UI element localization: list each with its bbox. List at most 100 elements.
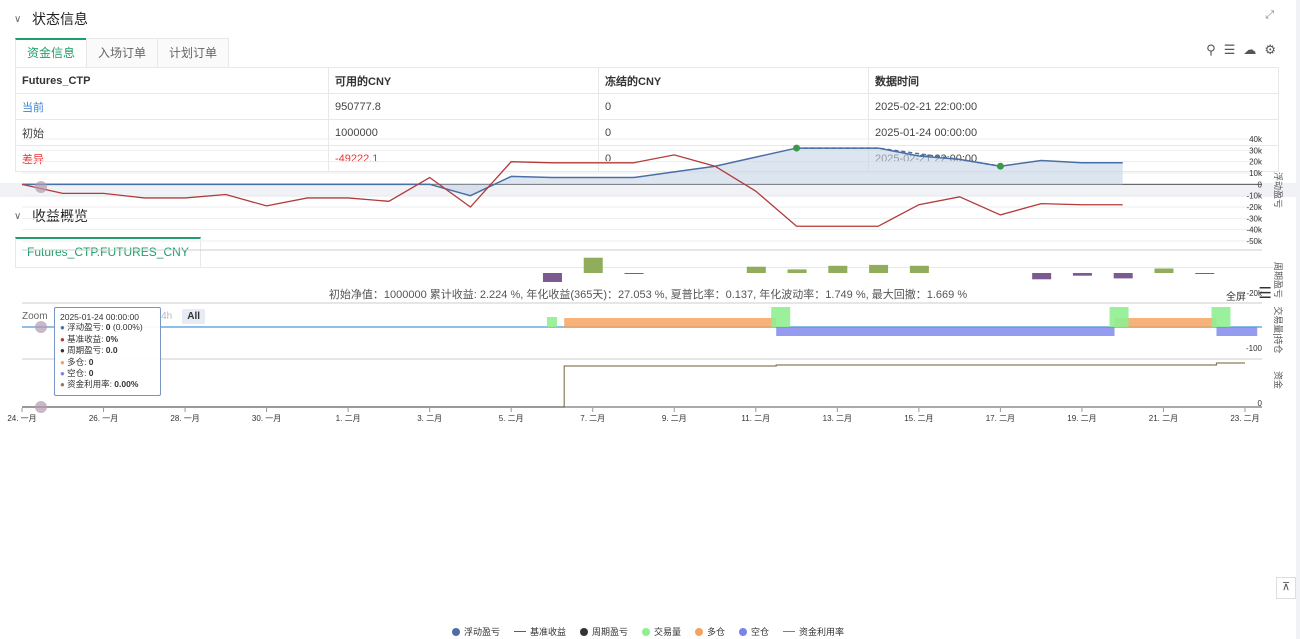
capital-utilization-line xyxy=(22,362,1245,408)
y-tick-label: -30k xyxy=(1246,214,1263,223)
tooltip-row: ● 多仓: 0 xyxy=(60,357,155,368)
legend-label: 浮动盈亏 xyxy=(463,627,500,637)
tooltip-row: ● 周期盈亏: 0.0 xyxy=(60,345,155,356)
legend-item[interactable]: 多仓 xyxy=(695,625,725,638)
tooltip-value: 0.0 xyxy=(105,345,118,356)
expand-icon[interactable]: ⤢ xyxy=(1265,9,1274,22)
x-tick-label: 11. 二月 xyxy=(741,414,770,423)
chevron-down-icon[interactable]: ∨ xyxy=(14,14,24,25)
table-toolbar: ⚲ ☰ ☁ ⚙ xyxy=(1206,42,1276,58)
period-pnl-bar xyxy=(869,264,889,273)
table-cell: 950777.8 xyxy=(328,93,599,120)
x-tick-label: 19. 二月 xyxy=(1067,414,1096,423)
profit-chart[interactable]: 40k 30k 20k 10k 0 -10k -20k -30k -40k -50k -20k -10… xyxy=(0,130,1296,625)
period-pnl-bar xyxy=(1195,273,1215,274)
tooltip-label: 空仓: xyxy=(67,368,89,379)
table-cell: 2025-02-21 22:00:00 xyxy=(868,93,1279,120)
volume-bar xyxy=(771,307,791,327)
y-tick-label: 0 xyxy=(1258,399,1263,408)
scroll-top-button[interactable]: ⊼ xyxy=(1276,577,1296,599)
tooltip-date: 2025-01-24 00:00:00 xyxy=(60,312,139,322)
tab-plan-orders[interactable]: 计划订单 xyxy=(157,38,230,67)
legend-item[interactable]: 周期盈亏 xyxy=(579,625,628,638)
pane-axis-label: 浮动盈亏 xyxy=(1273,172,1284,208)
period-pnl-bar xyxy=(787,269,807,273)
legend-label: 多仓 xyxy=(707,627,726,637)
legend-dot-icon: ● xyxy=(60,380,68,390)
floating-pnl-area xyxy=(22,148,1123,196)
tab-funds[interactable]: 资金信息 xyxy=(15,38,88,68)
column-header: 冻结的CNY xyxy=(598,67,869,94)
y-tick-label: -20k xyxy=(1246,203,1263,212)
period-pnl-bar xyxy=(1154,268,1174,273)
x-tick-label: 26. 一月 xyxy=(89,414,118,423)
tooltip-row: ● 资金利用率: 0.00% xyxy=(60,379,155,390)
x-tick-label: 1. 二月 xyxy=(336,414,361,423)
legend-item[interactable]: 浮动盈亏 xyxy=(451,625,500,638)
legend-dot-icon: ● xyxy=(60,369,68,379)
tooltip-label: 基准收益: xyxy=(67,333,106,344)
row-label-current[interactable]: 当前 xyxy=(15,93,329,120)
period-pnl-bar xyxy=(828,265,848,273)
legend-marker-icon xyxy=(783,631,796,632)
legend-marker-icon xyxy=(451,627,460,636)
y-tick-label: 30k xyxy=(1249,146,1263,155)
long-position-bar xyxy=(564,318,777,327)
tooltip-label: 资金利用率: xyxy=(67,379,115,390)
legend-marker-icon xyxy=(513,631,526,632)
legend-item[interactable]: 空仓 xyxy=(739,625,769,638)
legend-label: 交易量 xyxy=(653,627,681,637)
cloud-download-icon[interactable]: ☁ xyxy=(1243,42,1256,58)
column-header: 可用的CNY xyxy=(328,67,599,94)
pane-axis-label: 资金 xyxy=(1273,371,1284,389)
pane-axis-label: 交易量|持仓 xyxy=(1273,306,1284,353)
period-pnl-bar xyxy=(1072,273,1092,276)
trough-marker xyxy=(996,162,1004,170)
short-position-bar xyxy=(1216,327,1258,336)
legend-item[interactable]: 资金利用率 xyxy=(783,625,844,638)
x-tick-label: 17. 二月 xyxy=(986,414,1015,423)
table-cell: 0 xyxy=(598,93,869,120)
peak-marker xyxy=(793,144,801,152)
legend-item[interactable]: 基准收益 xyxy=(513,625,566,638)
volume-bar xyxy=(1109,307,1129,327)
short-position-bar xyxy=(776,327,1115,336)
legend-label: 空仓 xyxy=(751,627,770,637)
list-icon[interactable]: ☰ xyxy=(1224,42,1236,58)
period-pnl-bar xyxy=(542,273,562,282)
chart-legend: 浮动盈亏 基准收益 周期盈亏 交易量 多仓 空仓 资金利用率 xyxy=(0,625,1296,638)
period-pnl-bar xyxy=(909,265,929,273)
tooltip-label: 浮动盈亏: xyxy=(67,322,106,333)
search-icon[interactable]: ⚲ xyxy=(1206,42,1216,58)
x-tick-label: 5. 二月 xyxy=(499,414,524,423)
tooltip-value: 0 xyxy=(88,356,94,367)
y-tick-label: -10k xyxy=(1246,192,1263,201)
gear-icon[interactable]: ⚙ xyxy=(1264,42,1276,58)
hover-marker xyxy=(35,401,47,413)
pane-axis-label: 周期盈亏 xyxy=(1273,262,1283,298)
x-tick-label: 9. 二月 xyxy=(662,414,687,423)
y-tick-label: -20k xyxy=(1246,289,1263,298)
y-tick-label: -50k xyxy=(1246,237,1263,246)
status-tabs: 资金信息 入场订单 计划订单 xyxy=(15,38,230,69)
status-title: 状态信息 xyxy=(32,11,88,27)
tooltip-row: ● 浮动盈亏: 0 (0.00%) xyxy=(60,322,155,333)
hover-marker xyxy=(35,321,47,333)
legend-marker-icon xyxy=(579,627,588,636)
tooltip-row: ● 空仓: 0 xyxy=(60,368,155,379)
hover-marker xyxy=(35,181,47,193)
legend-label: 资金利用率 xyxy=(799,627,845,637)
x-tick-label: 13. 二月 xyxy=(823,414,852,423)
period-pnl-bar xyxy=(746,266,766,273)
x-tick-label: 7. 二月 xyxy=(580,414,605,423)
x-tick-label: 23. 二月 xyxy=(1230,414,1259,423)
legend-label: 周期盈亏 xyxy=(591,627,628,637)
legend-item[interactable]: 交易量 xyxy=(641,625,681,638)
x-tick-label: 15. 二月 xyxy=(904,414,933,423)
period-pnl-bar xyxy=(583,257,603,273)
x-tick-label: 30. 一月 xyxy=(252,414,281,423)
x-tick-label: 3. 二月 xyxy=(417,414,442,423)
tab-entry-orders[interactable]: 入场订单 xyxy=(86,38,159,67)
status-section-header[interactable]: ∨ 状态信息 xyxy=(14,9,88,29)
column-header: Futures_CTP xyxy=(15,67,329,94)
